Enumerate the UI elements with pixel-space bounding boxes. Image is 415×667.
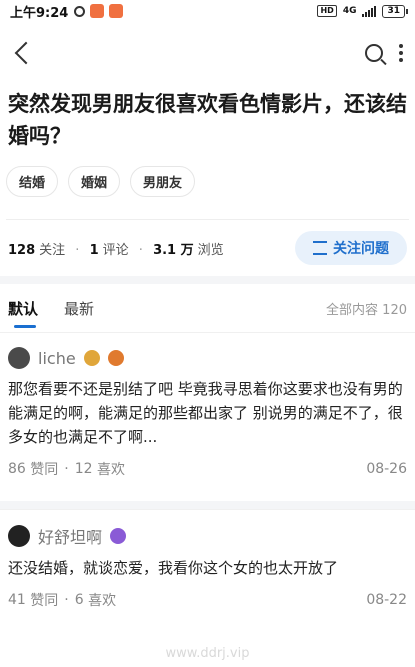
avatar[interactable] [8, 525, 30, 547]
answer-user: liche [8, 347, 407, 369]
view-label: 浏览 [197, 242, 224, 258]
question-stats: 128 关注 · 1 评论 · 3.1 万浏览 关注问题 [0, 220, 415, 276]
follow-label: 关注 [39, 242, 66, 258]
tag-item[interactable]: 男朋友 [130, 166, 196, 197]
level-badge-icon [83, 350, 100, 366]
avatar[interactable] [8, 347, 30, 369]
answer-meta: 41 赞同 · 6 喜欢 08-22 [8, 592, 407, 609]
answer-date: 08-26 [366, 461, 407, 477]
search-icon[interactable] [365, 44, 383, 62]
answer-date: 08-22 [366, 592, 407, 608]
badge-icon [110, 528, 127, 544]
like-label: 赞同 [30, 593, 59, 609]
total-content-label: 全部内容 120 [326, 302, 407, 318]
nav-bar [0, 22, 415, 84]
section-gap [0, 501, 415, 509]
follow-question-button[interactable]: 关注问题 [295, 231, 407, 265]
like-count: 86 [8, 461, 26, 477]
section-gap [0, 276, 415, 284]
comment-count: 1 [89, 242, 99, 258]
tag-item[interactable]: 婚姻 [68, 166, 121, 197]
answer-meta: 86 赞同 · 12 喜欢 08-26 [8, 461, 407, 478]
question-title: 突然发现男朋友很喜欢看色情影片，还该结婚吗？ [8, 92, 407, 148]
comment-label: 评论 [102, 242, 129, 258]
answer-item[interactable]: 好舒坦啊 还没结婚，就谈恋爱，我看你这个女的也太开放了 41 赞同 · 6 喜欢… [0, 509, 415, 618]
alarm-icon [74, 5, 86, 17]
signal-icon [362, 5, 377, 17]
answer-tabs: 默认 最新 全部内容 120 [0, 284, 415, 332]
battery-icon: 31 [382, 4, 408, 18]
reply-label: 喜欢 [97, 462, 126, 478]
tag-item[interactable]: 结婚 [6, 166, 59, 197]
status-bar: 上午9:24 HD 4G 31 [0, 0, 415, 22]
network-type: 4G [342, 6, 357, 16]
achievement-badge-icon [107, 350, 124, 366]
answer-item[interactable]: liche 那您看要不还是别结了吧 毕竟我寻思着你这要求也没有男的能满足的啊，能… [0, 332, 415, 487]
view-count: 3.1 万 [153, 242, 194, 258]
like-count: 41 [8, 592, 26, 608]
username[interactable]: liche [38, 349, 76, 368]
more-icon[interactable] [399, 44, 403, 62]
status-time: 上午9:24 [10, 5, 69, 21]
tag-list: 结婚 婚姻 男朋友 [0, 166, 415, 197]
app-notification-icon [90, 4, 105, 18]
reply-count: 12 [74, 461, 93, 477]
back-icon[interactable] [14, 41, 38, 65]
follow-count: 128 [8, 242, 36, 258]
tab-latest[interactable]: 最新 [64, 298, 94, 319]
reply-count: 6 [74, 592, 84, 608]
status-right: HD 4G 31 [317, 4, 408, 18]
like-label: 赞同 [30, 462, 59, 478]
tab-default[interactable]: 默认 [8, 298, 38, 328]
answer-user: 好舒坦啊 [8, 524, 407, 548]
watermark: www.ddrj.vip [165, 646, 250, 661]
follow-button-label: 关注问题 [333, 241, 389, 257]
hd-icon: HD [317, 5, 337, 17]
app-notification-icon-2 [109, 4, 124, 18]
follow-plus-icon [313, 241, 327, 255]
answer-text[interactable]: 那您看要不还是别结了吧 毕竟我寻思着你这要求也没有男的能满足的啊，能满足的那些都… [8, 377, 407, 449]
answer-text[interactable]: 还没结婚，就谈恋爱，我看你这个女的也太开放了 [8, 556, 407, 580]
reply-label: 喜欢 [88, 593, 117, 609]
username[interactable]: 好舒坦啊 [38, 524, 102, 548]
